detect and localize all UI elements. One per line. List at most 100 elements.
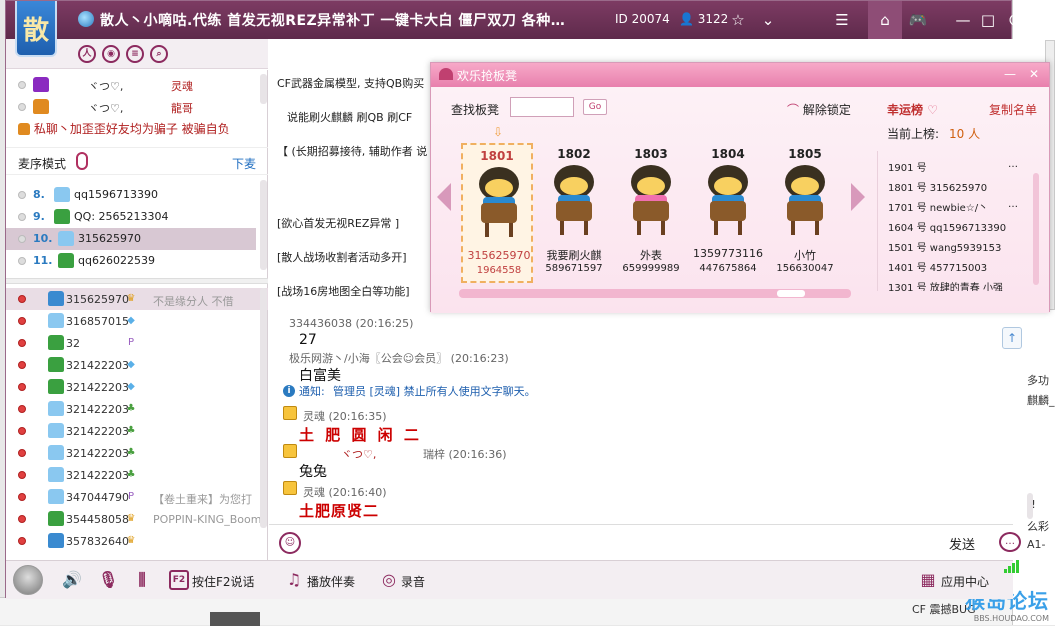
lucky-list-title: 幸运榜 xyxy=(887,103,924,117)
bench-seat[interactable]: 1804 1359773116 447675864 xyxy=(692,143,764,283)
user-name: 347044790 xyxy=(66,491,129,504)
user-name: 315625970 xyxy=(66,293,129,306)
rank-entry: 1701 号 newbie☆/丶 xyxy=(888,203,989,214)
copy-list-button[interactable]: 复制名单 xyxy=(989,101,1037,118)
message-bubble-icon[interactable]: … xyxy=(999,532,1021,552)
user-name: 357832640 xyxy=(66,535,129,548)
bench-seat[interactable]: 1802 我要刷火麒 589671597 xyxy=(538,143,610,283)
power-icon[interactable]: ⏻ xyxy=(1005,10,1025,30)
leave-mic-button[interactable]: 下麦 xyxy=(232,155,256,172)
mic-status-dot xyxy=(18,383,26,391)
user-list-scrollbar[interactable] xyxy=(260,288,267,528)
members-icon[interactable]: 人 xyxy=(78,45,96,63)
user-list-item[interactable]: 321422203 ♣ xyxy=(6,420,268,442)
queue-number: 11. xyxy=(33,254,53,267)
microphone-icon[interactable]: 🎙 xyxy=(98,570,118,590)
play-music-button[interactable]: 播放伴奏 xyxy=(307,573,355,590)
mic-list-item[interactable]: ヾつ♡, 龍哥 xyxy=(6,96,256,118)
queue-scrollbar[interactable] xyxy=(260,180,267,270)
system-notice-text: 管理员 [灵魂] 禁止所有人使用文字聊天。 xyxy=(333,385,536,398)
member-shirt-icon xyxy=(54,209,70,224)
user-name: 321422203 xyxy=(66,425,129,438)
bench-seat[interactable]: 1803 外表 659999989 xyxy=(615,143,687,283)
user-list-item[interactable]: 321422203 ♣ xyxy=(6,464,268,486)
user-list-item[interactable]: 321422203 ◆ xyxy=(6,376,268,398)
channel-list-icon[interactable]: ≡ xyxy=(126,45,144,63)
panel-splitter[interactable] xyxy=(6,278,268,284)
go-button[interactable]: Go xyxy=(583,99,607,115)
user-list-item[interactable]: 321422203 ♣ xyxy=(6,442,268,464)
message-text: 土肥原贤二 xyxy=(299,502,380,520)
mic-status-dot xyxy=(18,515,26,523)
rank-row[interactable]: 1401 号 457715003 xyxy=(888,259,1038,274)
popup-title-bar[interactable]: 欢乐抢板凳 — ✕ xyxy=(431,63,1049,87)
seat-user-id: 156630047 xyxy=(776,263,834,274)
bench-seat[interactable]: 1801 315625970 1964558 xyxy=(461,143,533,283)
list-icon[interactable]: ☰ xyxy=(832,10,852,30)
user-list-item[interactable]: 315625970 ♛ 不是缘分人 不借 xyxy=(6,288,268,310)
bottom-toolbar: 🔊 🎙 ⫼ F2 按住F2说话 ♫ 播放伴奏 ◎ 录音 ▦ 应用中心 xyxy=(6,560,1019,599)
scroll-to-top-button[interactable]: ↑ xyxy=(1002,327,1022,349)
user-list-item[interactable]: 321422203 ♣ xyxy=(6,398,268,420)
unlock-button[interactable]: ⌒ 解除锁定 xyxy=(787,101,851,118)
chevron-down-icon[interactable]: ⌄ xyxy=(758,10,778,30)
user-list-item[interactable]: 347044790 P 【卷土重来】为您打 xyxy=(6,486,268,508)
next-page-arrow-icon[interactable] xyxy=(851,183,865,211)
mic-status-dot xyxy=(18,317,26,325)
emoji-icon[interactable]: ☺ xyxy=(279,532,301,554)
user-list-item[interactable]: 32 P xyxy=(6,332,268,354)
minimize-icon[interactable]: — xyxy=(1001,66,1019,82)
mic-list-item[interactable]: ヾつ♡, 灵魂 xyxy=(6,74,256,96)
user-list-item[interactable]: 357832640 ♛ xyxy=(6,530,268,552)
crown-icon: ♛ xyxy=(126,513,136,524)
rank-row[interactable]: 1501 号 wang5939153 xyxy=(888,239,1038,254)
rank-row[interactable]: 1801 号 315625970 xyxy=(888,179,1038,194)
queue-item[interactable]: 8. qq1596713390 xyxy=(6,184,256,206)
rank-row[interactable]: 1901 号… xyxy=(888,159,1038,174)
user-list-item[interactable]: 354458058 ♛ POPPIN-KING_Boom xyxy=(6,508,268,530)
background-text: A1- xyxy=(1027,538,1046,551)
app-logo[interactable]: 散 xyxy=(15,1,57,57)
rank-list-scrollbar[interactable] xyxy=(1033,173,1039,285)
mixer-icon[interactable]: ⫼ xyxy=(132,570,152,590)
user-list-item[interactable]: 321422203 ◆ xyxy=(6,354,268,376)
more-icon[interactable]: … xyxy=(1008,159,1018,170)
p-badge-icon: P xyxy=(127,337,135,348)
rank-row[interactable]: 1701 号 newbie☆/丶 … xyxy=(888,199,1038,214)
rank-row[interactable]: 1301 号 放肆的青春 小强 xyxy=(888,279,1038,291)
record-button[interactable]: 录音 xyxy=(401,573,425,590)
scroll-thumb[interactable] xyxy=(777,290,805,297)
app-center-button[interactable]: 应用中心 xyxy=(941,573,989,590)
bench-seat[interactable]: 1805 小竹 156630047 xyxy=(769,143,841,283)
seat-number: 1804 xyxy=(711,147,745,161)
close-icon[interactable]: ✕ xyxy=(1025,66,1043,82)
gamepad-icon[interactable]: 🎮 xyxy=(908,10,928,30)
star-icon[interactable]: ☆ xyxy=(728,10,748,30)
mic-icon[interactable] xyxy=(76,152,88,170)
avatar[interactable] xyxy=(13,565,43,595)
user-list-item[interactable]: 316857015 ◆ xyxy=(6,310,268,332)
speaker-icon[interactable]: 🔊 xyxy=(62,570,82,590)
queue-item[interactable]: 11. qq626022539 xyxy=(6,250,256,272)
bench-search-input[interactable] xyxy=(510,97,574,117)
mic-user-role: 灵魂 xyxy=(171,80,193,93)
search-icon[interactable]: ⌕ xyxy=(150,45,168,63)
queue-number: 9. xyxy=(33,210,45,223)
queue-item[interactable]: 9. QQ: 2565213304 xyxy=(6,206,256,228)
send-button[interactable]: 发送 xyxy=(949,534,975,553)
mic-list-scrollbar[interactable] xyxy=(260,74,267,104)
rank-row[interactable]: 1604 号 qq1596713390 xyxy=(888,219,1038,234)
home-icon[interactable]: ⌂ xyxy=(875,10,895,30)
queue-item-selected[interactable]: 10. 315625970 xyxy=(6,228,256,250)
minimize-icon[interactable]: — xyxy=(953,10,973,30)
more-icon[interactable]: … xyxy=(1008,199,1018,210)
seat-scrollbar[interactable] xyxy=(459,289,851,298)
seat-nickname: 小竹 xyxy=(794,249,816,262)
location-icon[interactable]: ◉ xyxy=(102,45,120,63)
prev-page-arrow-icon[interactable] xyxy=(437,183,451,211)
announcement-line: [欲心首发无视REZ异常 ] xyxy=(277,217,400,230)
push-to-talk-button[interactable]: 按住F2说话 xyxy=(192,573,255,590)
maximize-icon[interactable]: □ xyxy=(978,10,998,30)
chat-scrollbar[interactable] xyxy=(1027,493,1033,519)
status-dot xyxy=(18,191,26,199)
